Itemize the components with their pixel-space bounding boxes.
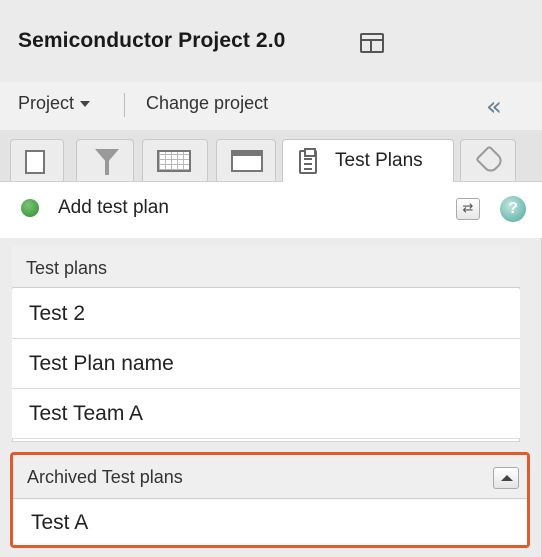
archived-section: Archived Test plans Test A [10, 452, 530, 548]
list-item-label: Test 2 [29, 302, 86, 325]
list-item-label: Test Plan name [29, 352, 174, 375]
double-chevron-left-icon[interactable]: « [486, 92, 502, 122]
archived-header: Archived Test plans [13, 455, 527, 499]
grid-icon [157, 150, 191, 172]
tab-test-plans[interactable]: Test Plans [282, 139, 454, 183]
section-header-label: Test plans [26, 258, 108, 278]
window-icon [231, 150, 263, 172]
project-menu-label: Project [18, 93, 75, 113]
page-title: Semiconductor Project 2.0 [18, 29, 286, 52]
list-item[interactable]: Test Plan name [12, 339, 520, 389]
list-item[interactable]: Test Team A [12, 389, 520, 439]
tab-document[interactable] [10, 139, 64, 181]
filter-icon [95, 149, 119, 175]
help-icon[interactable]: ? [500, 196, 526, 222]
tab-window[interactable] [216, 139, 276, 181]
layout-icon[interactable] [360, 33, 384, 53]
add-circle-icon[interactable] [21, 199, 39, 217]
project-menu-button[interactable]: Project [18, 93, 91, 114]
divider [124, 93, 125, 117]
list-item-label: Test Team A [29, 402, 144, 425]
project-panel: Semiconductor Project 2.0 Project Change… [0, 0, 542, 557]
tab-filter[interactable] [76, 139, 134, 181]
clipboard-icon [299, 148, 317, 174]
document-icon [25, 150, 45, 174]
tab-grid[interactable] [142, 139, 208, 181]
tab-label: Test Plans [335, 150, 423, 171]
chevron-down-icon [80, 101, 91, 108]
collapse-toggle-button[interactable] [493, 467, 519, 489]
tab-tags[interactable] [460, 139, 516, 181]
add-test-plan-button[interactable]: Add test plan [58, 197, 169, 219]
tag-icon [475, 145, 505, 175]
list-item-label: Test A [31, 511, 89, 534]
archived-header-label: Archived Test plans [27, 467, 183, 487]
list-item[interactable]: Test A [13, 500, 527, 545]
list-item[interactable]: Test 2 [12, 289, 520, 339]
section-header: Test plans [12, 246, 520, 288]
header: Semiconductor Project 2.0 [0, 0, 542, 82]
change-project-link[interactable]: Change project [146, 93, 268, 114]
swap-icon[interactable]: ⇄ [456, 198, 480, 220]
